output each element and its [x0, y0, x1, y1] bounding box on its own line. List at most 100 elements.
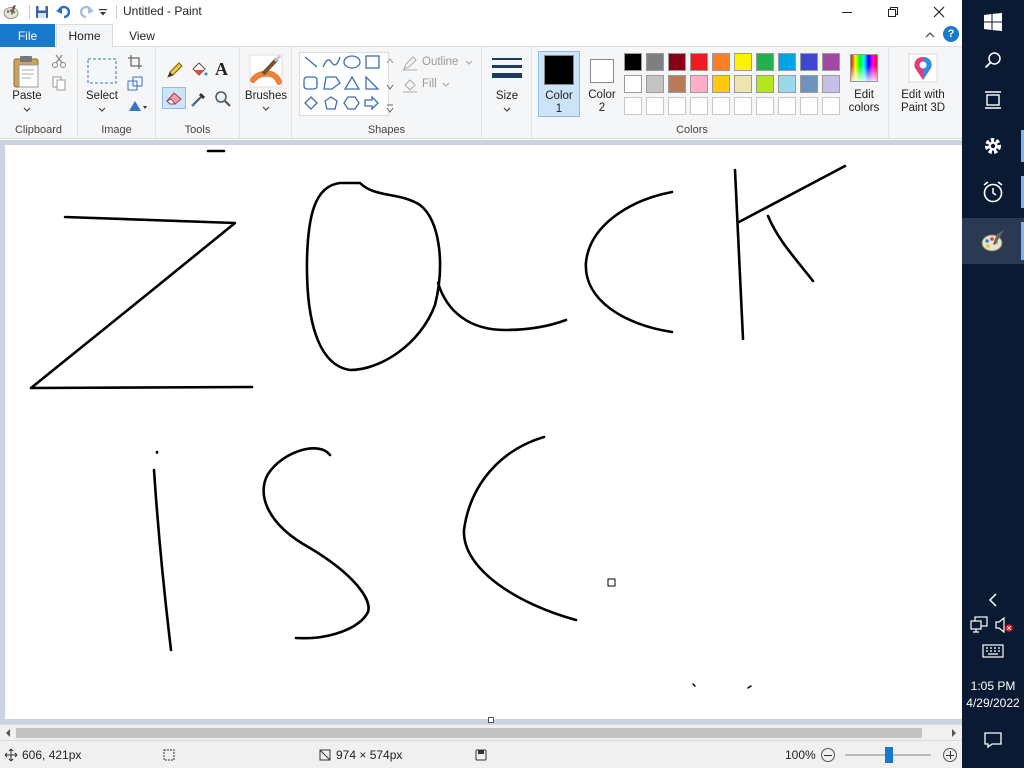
search-button[interactable]: [962, 42, 1024, 78]
palette-swatch[interactable]: [822, 97, 840, 115]
search-icon: [984, 52, 1001, 69]
palette-swatch[interactable]: [800, 53, 818, 71]
palette-swatch[interactable]: [734, 53, 752, 71]
horizontal-scrollbar[interactable]: [0, 724, 962, 740]
tools-group-label: Tools: [184, 124, 211, 136]
touch-keyboard-button[interactable]: [962, 640, 1024, 662]
palette-swatch[interactable]: [646, 97, 664, 115]
task-view-button[interactable]: [962, 82, 1024, 118]
palette-swatch[interactable]: [624, 97, 642, 115]
palette-swatch[interactable]: [624, 75, 642, 93]
title-bar: Untitled - Paint: [0, 0, 962, 24]
palette-swatch[interactable]: [734, 75, 752, 93]
edit-colors-button[interactable]: Edit colors: [846, 51, 882, 117]
palette-swatch[interactable]: [690, 53, 708, 71]
crop-icon[interactable]: [127, 54, 143, 70]
shapes-gallery[interactable]: [299, 52, 389, 116]
copy-icon[interactable]: [51, 75, 67, 91]
action-center-button[interactable]: [962, 726, 1024, 754]
paint-app-icon[interactable]: [2, 3, 20, 21]
taskbar-alarms-clock[interactable]: [962, 172, 1024, 212]
size-button[interactable]: Size: [487, 53, 527, 115]
palette-swatch[interactable]: [778, 75, 796, 93]
palette-swatch[interactable]: [712, 97, 730, 115]
palette-swatch[interactable]: [690, 97, 708, 115]
magnifier-icon[interactable]: [214, 90, 232, 108]
fill-button[interactable]: Fill: [402, 76, 482, 94]
scrollbar-thumb[interactable]: [16, 728, 922, 738]
palette-swatch[interactable]: [712, 53, 730, 71]
edit-with-paint3d-button[interactable]: Edit with Paint 3D: [895, 51, 951, 117]
palette-swatch[interactable]: [668, 53, 686, 71]
color-picker-icon[interactable]: [190, 90, 208, 108]
windows-taskbar: 1:05 PM 4/29/2022: [962, 0, 1024, 768]
drawing-canvas[interactable]: [5, 145, 962, 719]
taskbar-paint[interactable]: [962, 218, 1024, 264]
palette-swatch[interactable]: [778, 53, 796, 71]
palette-swatch[interactable]: [822, 75, 840, 93]
taskbar-settings[interactable]: [962, 126, 1024, 166]
palette-swatch[interactable]: [668, 75, 686, 93]
zoom-out-button[interactable]: [821, 748, 835, 762]
resize-icon[interactable]: [127, 76, 143, 92]
fill-bucket-icon[interactable]: [190, 61, 208, 79]
minimize-button[interactable]: [824, 0, 870, 24]
color2-button[interactable]: Color 2: [582, 51, 622, 117]
save-icon[interactable]: [33, 3, 51, 21]
canvas-resize-handle[interactable]: [488, 717, 494, 723]
stroke-letter-c: [584, 190, 674, 334]
scroll-left-icon[interactable]: [4, 729, 12, 737]
edit-colors-icon: [850, 54, 878, 82]
palette-swatch[interactable]: [734, 97, 752, 115]
brushes-button[interactable]: Brushes: [244, 52, 288, 114]
text-tool-icon[interactable]: A: [215, 59, 228, 80]
redo-icon[interactable]: [77, 3, 95, 21]
zoom-slider-thumb[interactable]: [885, 747, 893, 763]
palette-swatch[interactable]: [800, 97, 818, 115]
network-icon[interactable]: [970, 616, 990, 634]
palette-swatch[interactable]: [756, 53, 774, 71]
outline-button[interactable]: Outline: [402, 54, 482, 72]
scroll-right-icon[interactable]: [950, 729, 958, 737]
oval-shape-icon: [343, 55, 361, 69]
clock-date[interactable]: 4/29/2022: [962, 696, 1024, 710]
palette-swatch[interactable]: [712, 75, 730, 93]
volume-muted-icon[interactable]: [994, 616, 1014, 634]
tab-file[interactable]: File: [0, 24, 55, 47]
canvas-area[interactable]: [0, 140, 962, 726]
palette-swatch[interactable]: [756, 75, 774, 93]
separator: [113, 3, 119, 21]
palette-swatch[interactable]: [690, 75, 708, 93]
undo-icon[interactable]: [55, 3, 73, 21]
color1-button[interactable]: Color 1: [538, 51, 580, 117]
palette-swatch[interactable]: [646, 75, 664, 93]
start-button[interactable]: [962, 4, 1024, 40]
rotate-icon[interactable]: [127, 98, 149, 114]
paste-button[interactable]: Paste: [10, 53, 44, 115]
palette-swatch[interactable]: [624, 53, 642, 71]
tab-home[interactable]: Home: [56, 24, 113, 48]
cut-icon[interactable]: [51, 53, 67, 69]
palette-swatch[interactable]: [646, 53, 664, 71]
customize-quick-access-icon[interactable]: [97, 3, 109, 21]
eraser-tool-selected[interactable]: [162, 87, 186, 109]
shapes-scroll[interactable]: [385, 52, 395, 116]
close-button[interactable]: [916, 0, 962, 24]
tab-view[interactable]: View: [118, 24, 166, 47]
paint3d-icon: [908, 53, 938, 83]
restore-button[interactable]: [870, 0, 916, 24]
pencil-icon[interactable]: [166, 61, 184, 79]
palette-swatch[interactable]: [756, 97, 774, 115]
zoom-in-button[interactable]: [943, 748, 957, 762]
palette-swatch[interactable]: [668, 97, 686, 115]
show-hidden-icons-button[interactable]: [962, 588, 1024, 612]
palette-swatch[interactable]: [778, 97, 796, 115]
palette-swatch[interactable]: [822, 53, 840, 71]
select-button[interactable]: Select: [84, 53, 120, 115]
palette-swatch[interactable]: [800, 75, 818, 93]
line-shape-icon: [304, 56, 318, 68]
collapse-ribbon-button[interactable]: [922, 27, 938, 43]
clock-time[interactable]: 1:05 PM: [962, 679, 1024, 693]
help-icon[interactable]: ?: [943, 26, 959, 42]
gear-icon: [985, 138, 1001, 154]
